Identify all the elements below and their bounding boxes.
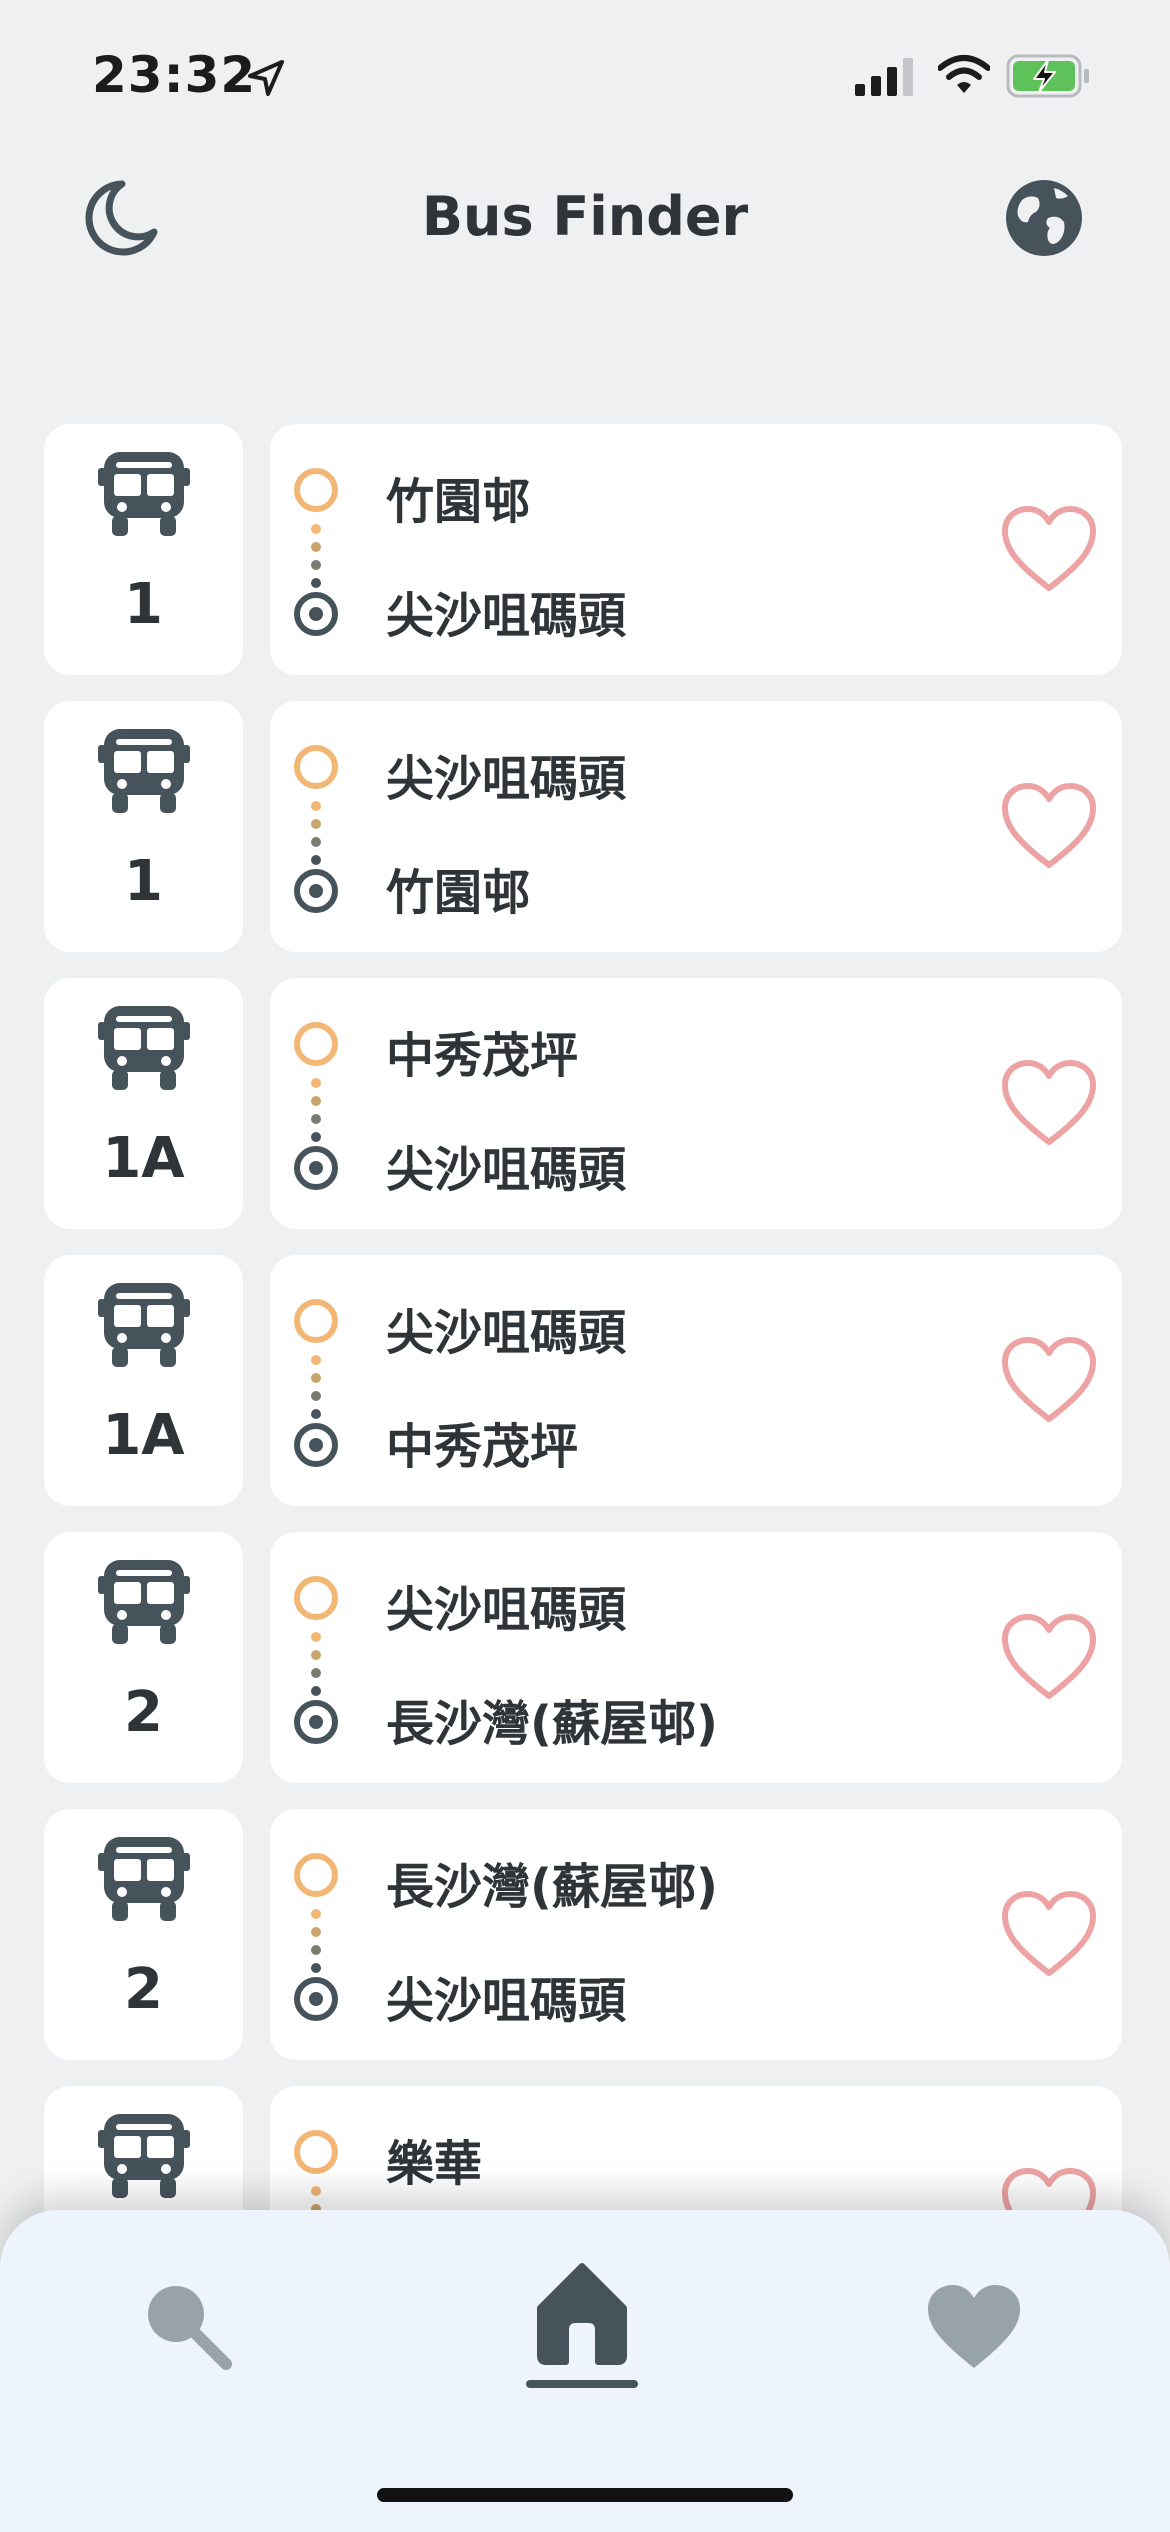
route-stops-card[interactable]: 尖沙咀碼頭 中秀茂坪 [270,1255,1122,1506]
route-number: 1A [102,1403,185,1468]
bus-icon [98,729,190,813]
route-row[interactable]: 1 竹園邨 尖沙咀碼頭 [44,424,1122,675]
cellular-signal-icon [855,58,913,96]
origin-stop: 尖沙咀碼頭 [386,1305,627,1361]
bus-icon [98,452,190,536]
route-number-card[interactable]: 1A [44,978,243,1229]
route-dots [311,801,321,865]
favorite-heart-icon[interactable] [1000,1612,1098,1702]
home-indicator [377,2488,793,2502]
origin-marker-icon [294,1576,338,1620]
route-row[interactable]: 1A 中秀茂坪 尖沙咀碼頭 [44,978,1122,1229]
globe-icon[interactable] [1004,178,1084,258]
origin-stop: 尖沙咀碼頭 [386,751,627,807]
route-row[interactable]: 1 尖沙咀碼頭 竹園邨 [44,701,1122,952]
origin-stop: 樂華 [386,2136,483,2192]
route-number-card[interactable]: 1A [44,1255,243,1506]
home-icon[interactable] [530,2258,634,2366]
bus-icon [98,2114,190,2198]
route-number-card[interactable]: 2 [44,1532,243,1783]
bottom-tab-bar [0,2210,1170,2532]
origin-marker-icon [294,745,338,789]
origin-stop: 竹園邨 [386,474,531,530]
favorite-heart-icon[interactable] [1000,504,1098,594]
route-number: 2 [124,1680,163,1745]
origin-marker-icon [294,1299,338,1343]
route-list[interactable]: 1 竹園邨 尖沙咀碼頭 1 尖沙咀碼頭 竹園邨 1A 中秀茂坪 尖沙咀碼頭 1A… [44,424,1122,2363]
route-stops-card[interactable]: 尖沙咀碼頭 長沙灣(蘇屋邨) [270,1532,1122,1783]
origin-stop: 尖沙咀碼頭 [386,1582,627,1638]
destination-marker-icon [294,1700,338,1744]
route-number: 2 [124,1957,163,2022]
route-stops-card[interactable]: 尖沙咀碼頭 竹園邨 [270,701,1122,952]
destination-stop: 尖沙咀碼頭 [386,1973,627,2029]
origin-marker-icon [294,2130,338,2174]
destination-marker-icon [294,869,338,913]
origin-marker-icon [294,1853,338,1897]
favorite-heart-icon[interactable] [1000,1889,1098,1979]
route-dots [311,1909,321,1973]
bus-icon [98,1283,190,1367]
bus-icon [98,1837,190,1921]
route-number-card[interactable]: 2 [44,1809,243,2060]
destination-stop: 尖沙咀碼頭 [386,588,627,644]
destination-marker-icon [294,1423,338,1467]
status-bar: 23:32 [0,0,1170,150]
route-number: 1 [124,572,163,637]
destination-marker-icon [294,592,338,636]
route-row[interactable]: 1A 尖沙咀碼頭 中秀茂坪 [44,1255,1122,1506]
route-stops-card[interactable]: 中秀茂坪 尖沙咀碼頭 [270,978,1122,1229]
bus-icon [98,1560,190,1644]
status-time: 23:32 [92,46,257,104]
favorite-heart-icon[interactable] [1000,1058,1098,1148]
origin-marker-icon [294,1022,338,1066]
destination-stop: 尖沙咀碼頭 [386,1142,627,1198]
route-row[interactable]: 2 長沙灣(蘇屋邨) 尖沙咀碼頭 [44,1809,1122,2060]
destination-marker-icon [294,1977,338,2021]
origin-marker-icon [294,468,338,512]
route-dots [311,524,321,588]
route-stops-card[interactable]: 長沙灣(蘇屋邨) 尖沙咀碼頭 [270,1809,1122,2060]
route-row[interactable]: 2 尖沙咀碼頭 長沙灣(蘇屋邨) [44,1532,1122,1783]
route-number-card[interactable]: 1 [44,424,243,675]
route-number: 1 [124,849,163,914]
page-title: Bus Finder [421,185,749,248]
favorite-heart-icon[interactable] [1000,781,1098,871]
destination-stop: 長沙灣(蘇屋邨) [386,1696,718,1752]
battery-charging-icon [1006,54,1089,98]
heart-icon[interactable] [924,2282,1024,2372]
active-tab-indicator [526,2380,638,2388]
route-dots [311,1078,321,1142]
destination-stop: 中秀茂坪 [386,1419,579,1475]
route-dots [311,1355,321,1419]
bus-icon [98,1006,190,1090]
favorite-heart-icon[interactable] [1000,1335,1098,1425]
search-icon[interactable] [138,2276,238,2376]
destination-marker-icon [294,1146,338,1190]
route-dots [311,1632,321,1696]
route-stops-card[interactable]: 竹園邨 尖沙咀碼頭 [270,424,1122,675]
destination-stop: 竹園邨 [386,865,531,921]
route-number-card[interactable]: 1 [44,701,243,952]
wifi-icon [938,55,990,93]
route-number: 1A [102,1126,185,1191]
origin-stop: 長沙灣(蘇屋邨) [386,1859,718,1915]
origin-stop: 中秀茂坪 [386,1028,579,1084]
location-arrow-icon [248,60,284,96]
